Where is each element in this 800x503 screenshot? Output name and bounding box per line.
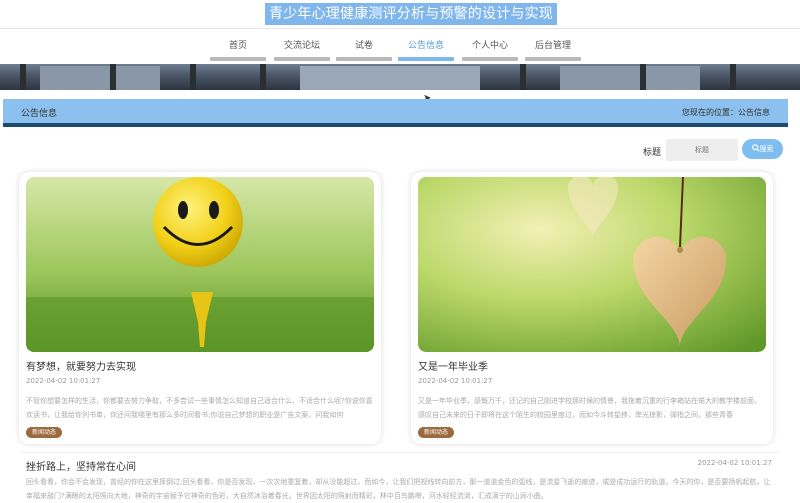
news-card[interactable]: 又是一年毕业季 2022-04-02 10:01:27 又是一年毕业季，感慨万千… (411, 172, 773, 444)
banner-tree (640, 64, 646, 90)
nav-item-home[interactable]: 首页 (210, 39, 266, 61)
nav-item-bar (525, 57, 581, 61)
news-card-description: 又是一年毕业季，感慨万千，还记的自己刚进学校那时候的情景，我拖着沉重的行李箱站在… (418, 397, 761, 419)
nav-item-label: 公告信息 (407, 41, 444, 51)
nav-item-label: 试卷 (354, 41, 373, 51)
banner-tree (110, 64, 116, 90)
nav-item-announcements[interactable]: 公告信息 (398, 39, 454, 61)
banner-building (300, 66, 480, 90)
news-card-tag[interactable]: 新闻动态 (418, 427, 455, 438)
smiley-golf-ball-image (26, 177, 374, 352)
banner-tree (520, 64, 526, 90)
search-label: 标题 (643, 148, 662, 158)
nav-item-forum[interactable]: 交流论坛 (274, 39, 330, 61)
news-list-title[interactable]: 挫折路上，坚持常在心间 (26, 458, 136, 473)
news-card-description: 不管你想要怎样的生活，你都要去努力争取，不多尝试一些事情怎么知道自己适合什么、不… (26, 397, 373, 419)
banner-building (560, 66, 700, 90)
main-nav: 首页 交流论坛 试卷 公告信息 个人中心 后台管理 (0, 28, 800, 64)
nav-item-personal-center[interactable]: 个人中心 (462, 39, 518, 61)
nav-item-label: 首页 (228, 41, 247, 51)
banner-image (0, 64, 800, 90)
news-card-date: 2022-04-02 10:01:27 (26, 377, 101, 385)
nav-item-label: 个人中心 (471, 41, 508, 51)
news-card-title[interactable]: 有梦想，就要努力去实现 (26, 358, 136, 373)
news-card-image[interactable] (26, 177, 374, 352)
nav-item-bar (336, 57, 392, 61)
nav-item-label: 后台管理 (534, 41, 571, 51)
news-card-tag[interactable]: 新闻动态 (26, 427, 63, 438)
breadcrumb-prefix: 您现在的位置： (682, 108, 738, 117)
banner-building (40, 66, 160, 90)
news-card-date: 2022-04-02 10:01:27 (418, 377, 493, 385)
news-list-item[interactable]: 挫折路上，坚持常在心间 2022-04-02 10:01:27 回头看看，你会不… (20, 452, 780, 500)
site-title: 青少年心理健康测评分析与预警的设计与实现 (265, 3, 557, 25)
nav-item-bar (274, 57, 330, 61)
search-button-label: 搜索 (759, 145, 774, 153)
search-button[interactable]: 搜索 (742, 139, 783, 159)
nav-item-bar (210, 57, 266, 61)
banner-tree (190, 64, 196, 90)
news-card[interactable]: 有梦想，就要努力去实现 2022-04-02 10:01:27 不管你想要怎样的… (19, 172, 381, 444)
section-title: 公告信息 (21, 109, 58, 119)
banner-tree (20, 64, 26, 90)
banner-tree (260, 64, 266, 90)
nav-item-label: 交流论坛 (283, 41, 320, 51)
search-input[interactable] (666, 139, 738, 161)
breadcrumb-current[interactable]: 公告信息 (738, 108, 770, 117)
breadcrumb: 您现在的位置：公告信息 (682, 107, 770, 118)
news-card-title[interactable]: 又是一年毕业季 (418, 358, 488, 373)
news-list-description: 回头看看，你会不会发现，曾经的你在这里摔倒过;回头看看，你是否发现，一次次地重复… (26, 478, 771, 500)
search-icon (751, 144, 760, 152)
nav-item-bar (462, 57, 518, 61)
news-card-image[interactable] (418, 177, 766, 352)
nav-item-exam[interactable]: 试卷 (336, 39, 392, 61)
nav-item-admin[interactable]: 后台管理 (525, 39, 581, 61)
wooden-heart-image (418, 177, 766, 352)
banner-tree (730, 64, 736, 90)
header: 青少年心理健康测评分析与预警的设计与实现 (0, 0, 800, 28)
news-list-date: 2022-04-02 10:01:27 (697, 459, 772, 467)
nav-item-bar (398, 57, 454, 61)
section-header: 公告信息 您现在的位置：公告信息 (3, 99, 788, 127)
